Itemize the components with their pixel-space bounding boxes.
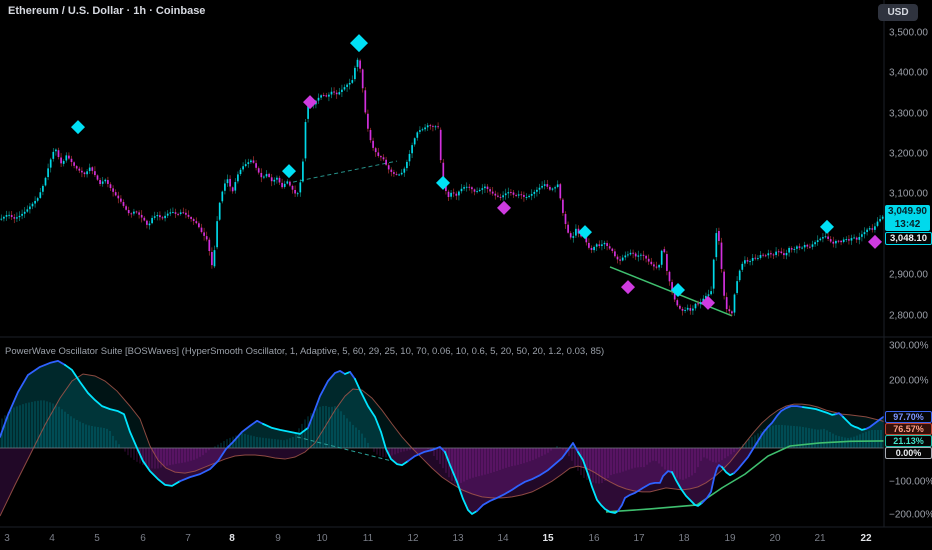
signal-diamond-cyan: [350, 34, 368, 53]
time-tick: 6: [140, 533, 146, 544]
currency-toggle-button[interactable]: USD: [878, 4, 918, 21]
signal-diamond-cyan: [820, 219, 834, 234]
time-tick: 19: [724, 533, 736, 544]
osc-tick: −200.00%: [889, 509, 932, 521]
price-tick: 3,400.00: [889, 67, 928, 79]
oscillator-pane: [0, 359, 884, 517]
price-tick: 3,500.00: [889, 27, 928, 39]
signal-diamond-magenta: [303, 95, 317, 110]
signal-diamond-magenta: [621, 280, 635, 295]
oscillator-title[interactable]: PowerWave Oscillator Suite [BOSWaves] (H…: [5, 346, 604, 357]
price-tick: 2,800.00: [889, 310, 928, 322]
time-tick: 15: [542, 533, 554, 544]
osc-tick: 300.00%: [889, 340, 929, 352]
time-tick: 13: [452, 533, 464, 544]
trading-chart-app: Ethereum / U.S. Dollar · 1h · Coinbase U…: [0, 0, 932, 550]
symbol-title[interactable]: Ethereum / U.S. Dollar · 1h · Coinbase: [8, 5, 205, 17]
time-tick: 7: [185, 533, 191, 544]
osc-zero-label: 0.00%: [885, 447, 932, 459]
osc-wave-value-label: 21.13%: [885, 435, 932, 447]
last-price-value: 3,049.90: [888, 206, 927, 217]
time-tick: 20: [769, 533, 781, 544]
bar-countdown: 13:42: [894, 219, 921, 230]
time-tick: 8: [229, 533, 235, 544]
price-tick: 3,300.00: [889, 108, 928, 120]
signal-diamond-magenta: [868, 234, 882, 249]
osc-tick: 200.00%: [889, 375, 929, 387]
osc-signal-value-label: 76.57%: [885, 423, 932, 435]
signal-diamond-cyan: [71, 120, 85, 135]
signal-diamond-cyan: [578, 225, 592, 240]
signal-diamond-cyan: [671, 282, 685, 297]
time-tick: 17: [633, 533, 645, 544]
price-tick: 3,100.00: [889, 188, 928, 200]
time-tick: 12: [407, 533, 419, 544]
time-tick: 14: [497, 533, 509, 544]
last-price-label: 3,049.90 13:42: [885, 205, 930, 231]
osc-main-value-label: 97.70%: [885, 411, 932, 423]
time-tick: 16: [588, 533, 600, 544]
prev-close-label: 3,048.10: [885, 232, 932, 245]
time-tick: 4: [49, 533, 55, 544]
price-tick: 2,900.00: [889, 269, 928, 281]
time-tick: 5: [94, 533, 100, 544]
chart-canvas[interactable]: [0, 0, 932, 550]
time-tick: 18: [678, 533, 690, 544]
signal-diamond-cyan: [436, 175, 450, 190]
time-tick: 10: [316, 533, 328, 544]
time-tick: 11: [362, 533, 374, 544]
time-tick: 9: [275, 533, 281, 544]
time-tick: 3: [4, 533, 10, 544]
time-tick: 21: [814, 533, 826, 544]
signal-diamond-magenta: [497, 200, 511, 215]
price-tick: 3,200.00: [889, 148, 928, 160]
price-pane: [0, 34, 884, 317]
osc-tick: −100.00%: [889, 476, 932, 488]
time-tick: 22: [860, 533, 872, 544]
signal-diamond-cyan: [282, 164, 296, 179]
